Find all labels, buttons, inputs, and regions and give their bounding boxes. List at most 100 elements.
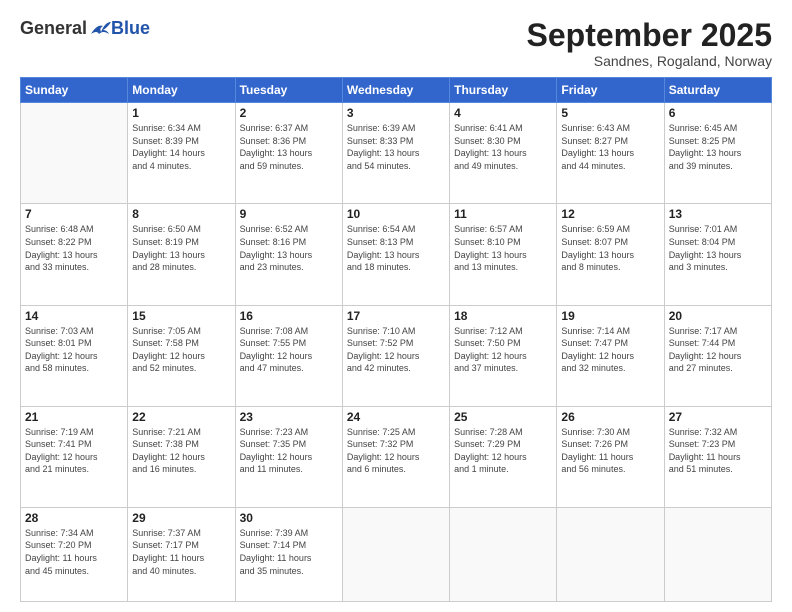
day-info: Sunrise: 7:08 AM Sunset: 7:55 PM Dayligh… <box>240 325 338 375</box>
calendar-cell: 12Sunrise: 6:59 AM Sunset: 8:07 PM Dayli… <box>557 204 664 305</box>
day-info: Sunrise: 7:25 AM Sunset: 7:32 PM Dayligh… <box>347 426 445 476</box>
day-info: Sunrise: 6:43 AM Sunset: 8:27 PM Dayligh… <box>561 122 659 172</box>
calendar-cell: 30 Sunrise: 7:39 AM Sunset: 7:14 PM Dayli… <box>235 507 342 601</box>
day-info: Sunrise: 7:01 AM Sunset: 8:04 PM Dayligh… <box>669 223 767 273</box>
calendar-cell <box>664 507 771 601</box>
day-info: Sunrise: 7:05 AM Sunset: 7:58 PM Dayligh… <box>132 325 230 375</box>
day-info: Sunrise: 6:45 AM Sunset: 8:25 PM Dayligh… <box>669 122 767 172</box>
logo-blue-text: Blue <box>111 18 150 39</box>
day-number: 19 <box>561 309 659 323</box>
day-info: Sunrise: 7:30 AM Sunset: 7:26 PM Dayligh… <box>561 426 659 476</box>
day-number: 11 <box>454 207 552 221</box>
logo-general-text: General <box>20 18 87 39</box>
day-number: 29 <box>132 511 230 525</box>
weekday-header-sunday: Sunday <box>21 78 128 103</box>
day-info: Sunrise: 6:37 AM Sunset: 8:36 PM Dayligh… <box>240 122 338 172</box>
day-number: 26 <box>561 410 659 424</box>
day-info: Sunrise: 6:52 AM Sunset: 8:16 PM Dayligh… <box>240 223 338 273</box>
logo-bird-icon <box>89 20 111 38</box>
logo: General Blue <box>20 18 150 39</box>
calendar-cell: 6 Sunrise: 6:45 AM Sunset: 8:25 PM Daylig… <box>664 103 771 204</box>
weekday-header-saturday: Saturday <box>664 78 771 103</box>
calendar-cell <box>342 507 449 601</box>
calendar-cell: 26 Sunrise: 7:30 AM Sunset: 7:26 PM Dayli… <box>557 406 664 507</box>
day-info: Sunrise: 7:19 AM Sunset: 7:41 PM Dayligh… <box>25 426 123 476</box>
weekday-header-tuesday: Tuesday <box>235 78 342 103</box>
calendar-cell: 27Sunrise: 7:32 AM Sunset: 7:23 PM Dayli… <box>664 406 771 507</box>
month-title: September 2025 <box>527 18 772 53</box>
calendar-cell: 7 Sunrise: 6:48 AM Sunset: 8:22 PM Daylig… <box>21 204 128 305</box>
calendar-cell: 1 Sunrise: 6:34 AM Sunset: 8:39 PM Daylig… <box>128 103 235 204</box>
day-info: Sunrise: 7:23 AM Sunset: 7:35 PM Dayligh… <box>240 426 338 476</box>
calendar-cell: 22 Sunrise: 7:21 AM Sunset: 7:38 PM Dayli… <box>128 406 235 507</box>
day-info: Sunrise: 6:41 AM Sunset: 8:30 PM Dayligh… <box>454 122 552 172</box>
calendar-cell: 13Sunrise: 7:01 AM Sunset: 8:04 PM Dayli… <box>664 204 771 305</box>
day-info: Sunrise: 6:57 AM Sunset: 8:10 PM Dayligh… <box>454 223 552 273</box>
weekday-header-thursday: Thursday <box>450 78 557 103</box>
calendar-cell: 29Sunrise: 7:37 AM Sunset: 7:17 PM Dayli… <box>128 507 235 601</box>
week-row-4: 21 Sunrise: 7:19 AM Sunset: 7:41 PM Dayli… <box>21 406 772 507</box>
day-number: 15 <box>132 309 230 323</box>
title-block: September 2025 Sandnes, Rogaland, Norway <box>527 18 772 69</box>
day-number: 6 <box>669 106 767 120</box>
weekday-header-wednesday: Wednesday <box>342 78 449 103</box>
day-number: 2 <box>240 106 338 120</box>
day-number: 3 <box>347 106 445 120</box>
calendar-cell: 11 Sunrise: 6:57 AM Sunset: 8:10 PM Dayli… <box>450 204 557 305</box>
location-subtitle: Sandnes, Rogaland, Norway <box>527 53 772 69</box>
calendar-cell: 3 Sunrise: 6:39 AM Sunset: 8:33 PM Daylig… <box>342 103 449 204</box>
weekday-header-monday: Monday <box>128 78 235 103</box>
calendar-cell: 20 Sunrise: 7:17 AM Sunset: 7:44 PM Dayli… <box>664 305 771 406</box>
day-info: Sunrise: 6:34 AM Sunset: 8:39 PM Dayligh… <box>132 122 230 172</box>
day-number: 20 <box>669 309 767 323</box>
day-number: 14 <box>25 309 123 323</box>
calendar-cell: 15 Sunrise: 7:05 AM Sunset: 7:58 PM Dayli… <box>128 305 235 406</box>
day-info: Sunrise: 6:50 AM Sunset: 8:19 PM Dayligh… <box>132 223 230 273</box>
day-info: Sunrise: 7:14 AM Sunset: 7:47 PM Dayligh… <box>561 325 659 375</box>
calendar-cell <box>450 507 557 601</box>
day-info: Sunrise: 7:21 AM Sunset: 7:38 PM Dayligh… <box>132 426 230 476</box>
day-number: 23 <box>240 410 338 424</box>
day-number: 10 <box>347 207 445 221</box>
calendar-cell <box>21 103 128 204</box>
day-number: 17 <box>347 309 445 323</box>
calendar-cell: 17 Sunrise: 7:10 AM Sunset: 7:52 PM Dayli… <box>342 305 449 406</box>
week-row-3: 14 Sunrise: 7:03 AM Sunset: 8:01 PM Dayli… <box>21 305 772 406</box>
day-number: 30 <box>240 511 338 525</box>
day-info: Sunrise: 7:34 AM Sunset: 7:20 PM Dayligh… <box>25 527 123 577</box>
header: General Blue September 2025 Sandnes, Rog… <box>20 18 772 69</box>
calendar-cell: 2 Sunrise: 6:37 AM Sunset: 8:36 PM Daylig… <box>235 103 342 204</box>
day-number: 24 <box>347 410 445 424</box>
day-info: Sunrise: 7:12 AM Sunset: 7:50 PM Dayligh… <box>454 325 552 375</box>
day-info: Sunrise: 6:59 AM Sunset: 8:07 PM Dayligh… <box>561 223 659 273</box>
week-row-5: 28Sunrise: 7:34 AM Sunset: 7:20 PM Dayli… <box>21 507 772 601</box>
day-number: 1 <box>132 106 230 120</box>
day-number: 16 <box>240 309 338 323</box>
weekday-header-friday: Friday <box>557 78 664 103</box>
day-number: 5 <box>561 106 659 120</box>
calendar-cell: 10 Sunrise: 6:54 AM Sunset: 8:13 PM Dayli… <box>342 204 449 305</box>
page: General Blue September 2025 Sandnes, Rog… <box>0 0 792 612</box>
day-info: Sunrise: 7:10 AM Sunset: 7:52 PM Dayligh… <box>347 325 445 375</box>
calendar-cell: 25Sunrise: 7:28 AM Sunset: 7:29 PM Dayli… <box>450 406 557 507</box>
day-info: Sunrise: 7:03 AM Sunset: 8:01 PM Dayligh… <box>25 325 123 375</box>
day-number: 21 <box>25 410 123 424</box>
day-number: 22 <box>132 410 230 424</box>
calendar-cell: 9Sunrise: 6:52 AM Sunset: 8:16 PM Daylig… <box>235 204 342 305</box>
calendar-cell: 18 Sunrise: 7:12 AM Sunset: 7:50 PM Dayli… <box>450 305 557 406</box>
day-number: 8 <box>132 207 230 221</box>
calendar-cell: 28Sunrise: 7:34 AM Sunset: 7:20 PM Dayli… <box>21 507 128 601</box>
day-info: Sunrise: 6:54 AM Sunset: 8:13 PM Dayligh… <box>347 223 445 273</box>
day-info: Sunrise: 7:17 AM Sunset: 7:44 PM Dayligh… <box>669 325 767 375</box>
calendar-table: SundayMondayTuesdayWednesdayThursdayFrid… <box>20 77 772 602</box>
day-number: 18 <box>454 309 552 323</box>
calendar-cell: 24 Sunrise: 7:25 AM Sunset: 7:32 PM Dayli… <box>342 406 449 507</box>
calendar-cell: 23 Sunrise: 7:23 AM Sunset: 7:35 PM Dayli… <box>235 406 342 507</box>
day-info: Sunrise: 6:48 AM Sunset: 8:22 PM Dayligh… <box>25 223 123 273</box>
week-row-1: 1 Sunrise: 6:34 AM Sunset: 8:39 PM Daylig… <box>21 103 772 204</box>
day-number: 27 <box>669 410 767 424</box>
day-number: 7 <box>25 207 123 221</box>
day-number: 4 <box>454 106 552 120</box>
day-info: Sunrise: 7:39 AM Sunset: 7:14 PM Dayligh… <box>240 527 338 577</box>
day-info: Sunrise: 6:39 AM Sunset: 8:33 PM Dayligh… <box>347 122 445 172</box>
